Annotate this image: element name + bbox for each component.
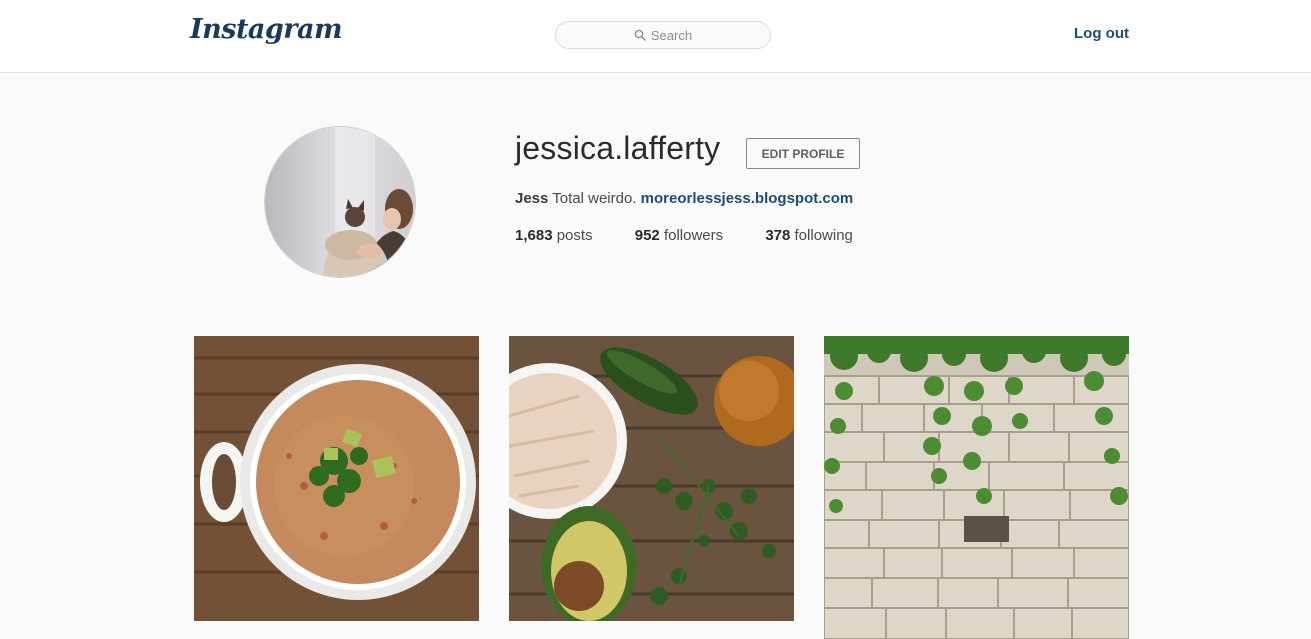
followers-stat[interactable]: 952 followers	[635, 227, 723, 244]
search-input[interactable]: Search	[555, 21, 771, 49]
posts-stat: 1,683 posts	[515, 227, 593, 244]
post-thumbnail-stone-wall[interactable]	[824, 336, 1129, 639]
bio-name: Jess	[515, 190, 549, 207]
edit-profile-button[interactable]: EDIT PROFILE	[746, 138, 860, 169]
following-stat[interactable]: 378 following	[765, 227, 853, 244]
search-icon	[634, 29, 646, 41]
instagram-logo[interactable]: Instagram	[190, 14, 343, 45]
search-placeholder: Search	[650, 27, 693, 43]
profile-bio: Jess Total weirdo. moreorlessjess.blogsp…	[515, 190, 853, 207]
followers-count: 952	[634, 227, 660, 244]
bio-website-link[interactable]: moreorlessjess.blogspot.com	[641, 190, 854, 207]
posts-count: 1,683	[515, 227, 553, 244]
profile-username: jessica.lafferty	[515, 130, 721, 166]
post-thumbnail-soup[interactable]	[194, 336, 479, 621]
top-nav-bar: Instagram Search Log out	[0, 0, 1311, 73]
posts-label: posts	[556, 227, 593, 244]
post-thumbnail-vegetables[interactable]	[509, 336, 794, 621]
profile-stats: 1,683 posts 952 followers 378 following	[515, 227, 891, 244]
followers-label: followers	[663, 227, 724, 244]
logout-link[interactable]: Log out	[1074, 25, 1129, 42]
following-count: 378	[765, 227, 791, 244]
following-label: following	[794, 227, 853, 244]
profile-avatar[interactable]	[264, 126, 416, 278]
bio-text: Total weirdo.	[552, 190, 637, 207]
